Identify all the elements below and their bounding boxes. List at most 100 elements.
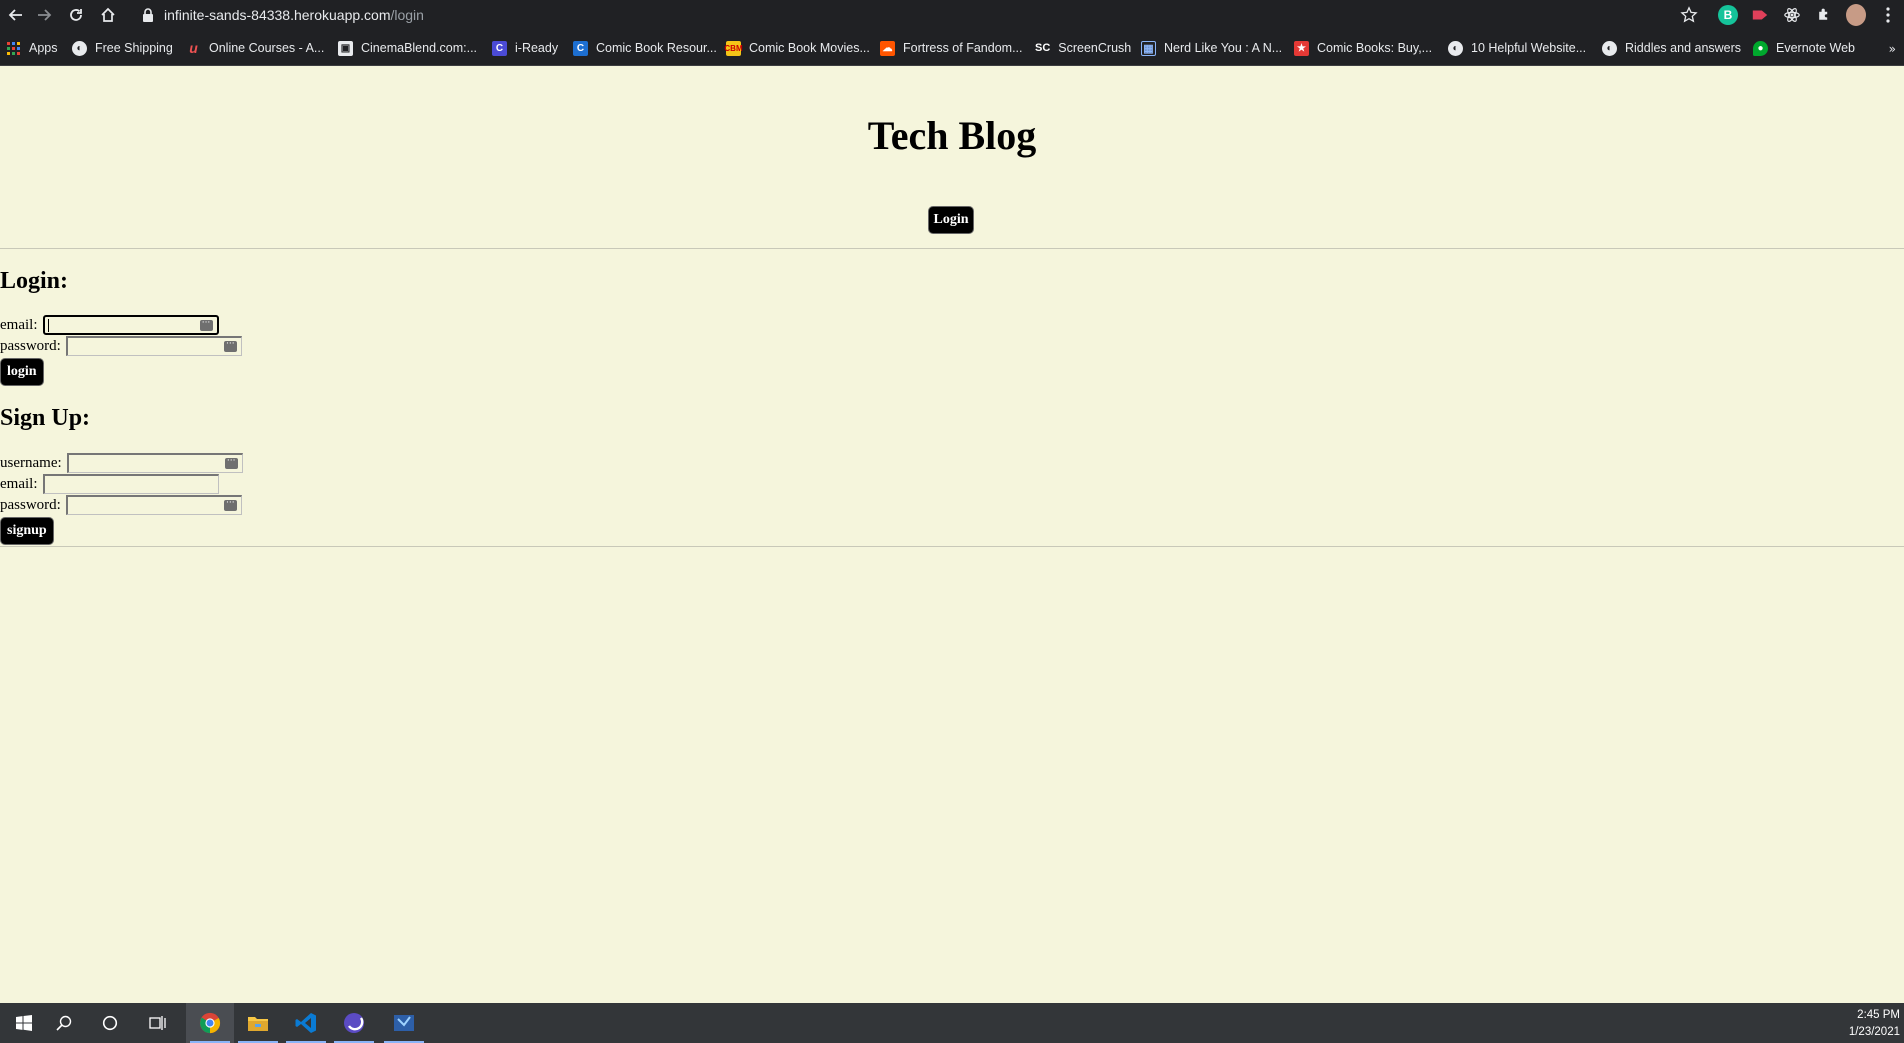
extension-react-icon[interactable] [1782, 5, 1802, 25]
iready-icon: C [492, 40, 507, 56]
signup-password-input[interactable]: ··· [65, 495, 242, 515]
chrome-icon [199, 1012, 221, 1034]
url-path: /login [390, 7, 424, 23]
taskbar-app-purple[interactable] [330, 1003, 378, 1043]
signup-username-label: username: [0, 454, 62, 471]
bookmark-nerd-like-you[interactable]: ▦ Nerd Like You : A N... [1141, 38, 1282, 58]
nav-login-button[interactable]: Login [928, 206, 974, 234]
system-clock[interactable]: 2:45 PM 1/23/2021 [1849, 1007, 1900, 1041]
bookmark-free-shipping[interactable]: ◐ Free Shipping [72, 38, 173, 58]
back-arrow-icon [8, 9, 22, 21]
login-email-input[interactable]: ··· [42, 315, 219, 335]
soundcloud-icon: ☁ [880, 40, 895, 56]
bookmark-screencrush[interactable]: SC ScreenCrush [1035, 38, 1131, 58]
profile-avatar-icon[interactable] [1846, 4, 1866, 26]
bookmark-comic-book-movies[interactable]: CBM Comic Book Movies... [724, 38, 870, 58]
home-icon [101, 7, 115, 22]
taskbar-app-tool[interactable] [380, 1003, 428, 1043]
bookmark-label: Evernote Web [1776, 41, 1855, 55]
signup-email-label: email: [0, 475, 38, 492]
extension-grammarly-icon[interactable]: B [1718, 5, 1738, 25]
extensions-puzzle-icon[interactable] [1814, 5, 1834, 25]
page-content: Tech Blog Login Login: email: ··· passwo… [0, 66, 1904, 1003]
apps-grid-icon [6, 41, 21, 56]
home-button[interactable] [92, 0, 124, 30]
bookmark-apps[interactable]: Apps [6, 38, 58, 58]
address-bar[interactable]: infinite-sands-84338.herokuapp.com/login [132, 2, 1692, 28]
globe-icon: ◐ [1602, 40, 1617, 56]
bookmarks-bar: Apps ◐ Free Shipping u Online Courses - … [0, 30, 1904, 66]
bookmark-star-icon[interactable] [1680, 6, 1698, 24]
taskbar-chrome[interactable] [186, 1003, 234, 1043]
browser-toolbar: infinite-sands-84338.herokuapp.com/login… [0, 0, 1904, 30]
bookmark-online-courses[interactable]: u Online Courses - A... [186, 38, 324, 58]
bookmark-label: i-Ready [515, 41, 559, 55]
bookmark-label: Nerd Like You : A N... [1164, 41, 1283, 55]
bookmark-iready[interactable]: C i-Ready [492, 38, 558, 58]
taskbar-search-button[interactable] [40, 1003, 88, 1043]
signup-heading: Sign Up: [0, 405, 91, 431]
login-password-input[interactable]: ··· [65, 336, 242, 356]
vscode-icon [295, 1013, 316, 1033]
header-divider [0, 248, 1904, 249]
bookmark-label: Riddles and answers [1625, 41, 1742, 55]
folder-icon [248, 1017, 268, 1031]
taskbar-vscode[interactable] [282, 1003, 330, 1043]
lock-icon [143, 8, 153, 22]
bookmark-cinemablend[interactable]: ▣ CinemaBlend.com:... [338, 38, 477, 58]
bookmark-label: Apps [29, 41, 58, 55]
bookmark-label: Comic Book Movies... [749, 41, 870, 55]
signup-password-label: password: [0, 496, 61, 513]
task-view-icon [149, 1016, 166, 1030]
url-host: infinite-sands-84338.herokuapp.com [164, 7, 391, 23]
login-password-row: password: ··· [0, 336, 242, 356]
bookmark-label: Comic Book Resour... [596, 41, 717, 55]
browser-menu-icon[interactable] [1878, 5, 1898, 25]
signup-email-input[interactable] [42, 474, 219, 494]
globe-icon: ◐ [72, 40, 87, 56]
extension-video-icon[interactable] [1750, 5, 1770, 25]
autofill-icon[interactable]: ··· [223, 340, 237, 352]
windows-taskbar: 2:45 PM 1/23/2021 [0, 1003, 1904, 1043]
signup-email-row: email: [0, 474, 219, 494]
bookmark-label: Online Courses - A... [209, 41, 325, 55]
signup-submit-button[interactable]: signup [0, 517, 54, 545]
bookmark-comic-book-resources[interactable]: C Comic Book Resour... [573, 38, 717, 58]
taskbar-file-explorer[interactable] [234, 1003, 282, 1043]
bookmark-evernote[interactable]: ● Evernote Web [1753, 38, 1855, 58]
cortana-circle-icon [102, 1015, 118, 1031]
autofill-icon[interactable]: ··· [223, 499, 237, 511]
login-heading: Login: [0, 268, 69, 294]
task-view-button[interactable] [134, 1003, 182, 1043]
login-submit-button[interactable]: login [0, 358, 44, 386]
bookmark-10-helpful-websites[interactable]: ◐ 10 Helpful Website... [1448, 38, 1586, 58]
reload-button[interactable] [60, 0, 92, 30]
bookmark-label: ScreenCrush [1058, 41, 1132, 55]
cbm-icon: CBM [724, 40, 743, 56]
cortana-button[interactable] [86, 1003, 134, 1043]
bookmark-fortress-of-fandom[interactable]: ☁ Fortress of Fandom... [880, 38, 1022, 58]
forward-arrow-icon [38, 9, 52, 21]
url-text: infinite-sands-84338.herokuapp.com/login [164, 7, 424, 23]
bookmark-comic-books-buy[interactable]: ★ Comic Books: Buy,... [1294, 38, 1432, 58]
login-email-row: email: ··· [0, 315, 219, 335]
reload-icon [70, 9, 82, 21]
cbr-icon: C [573, 40, 588, 56]
cinemablend-icon: ▣ [338, 40, 353, 56]
login-password-label: password: [0, 337, 61, 354]
globe-icon: ◐ [1448, 40, 1463, 56]
signup-username-row: username: ··· [0, 453, 243, 473]
autofill-icon[interactable]: ··· [199, 319, 213, 331]
bookmark-riddles[interactable]: ◐ Riddles and answers [1602, 38, 1741, 58]
bookmark-label: CinemaBlend.com:... [361, 41, 478, 55]
forward-button[interactable] [28, 0, 60, 30]
windows-logo-icon [16, 1015, 32, 1031]
signup-username-input[interactable]: ··· [66, 453, 243, 473]
site-title: Tech Blog [867, 113, 1037, 158]
app-purple-circle-icon [344, 1013, 364, 1033]
bookmark-label: Fortress of Fandom... [903, 41, 1023, 55]
bookmarks-overflow-icon[interactable]: » [1889, 42, 1896, 56]
extension-badge: B [1718, 5, 1738, 25]
bookmark-label: Free Shipping [95, 41, 173, 55]
autofill-icon[interactable]: ··· [224, 457, 238, 469]
